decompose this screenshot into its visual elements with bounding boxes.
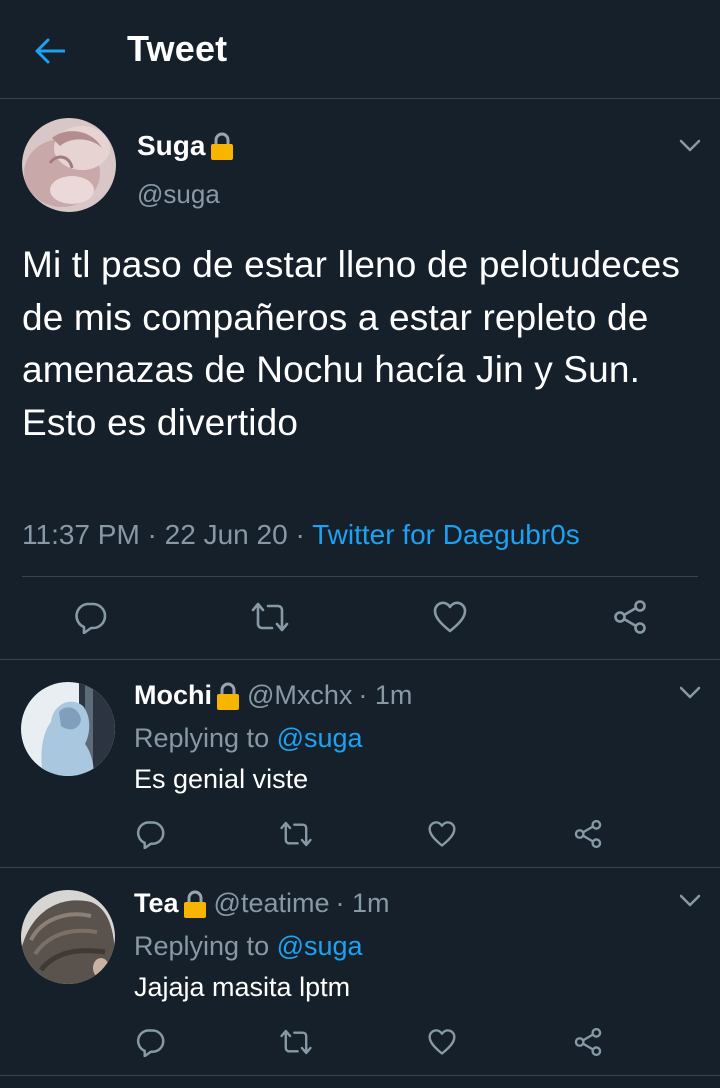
author-handle[interactable]: @suga [137,179,220,210]
more-options-button[interactable] [675,886,705,916]
back-button[interactable] [30,31,70,71]
like-button[interactable] [420,812,464,856]
retweet-button[interactable] [274,812,318,856]
tweet-date: 22 Jun 20 [164,519,288,550]
retweet-icon [280,821,312,847]
heart-icon [428,1029,456,1055]
tweet-source-link[interactable]: Twitter for Daegubr0s [312,519,580,550]
reply-button[interactable] [128,1020,172,1064]
lock-icon [183,890,206,918]
replying-to: Replying to @suga [134,931,363,961]
share-button[interactable] [566,1020,610,1064]
author-name[interactable]: Suga [137,130,235,162]
main-tweet: Suga @suga Mi tl paso de estar lleno de … [0,99,720,660]
share-icon [574,819,602,849]
tweet-text: Es genial viste [134,764,309,794]
tweet-age: · 1m [335,888,390,918]
author-name[interactable]: Tea [134,888,179,919]
replying-to: Replying to @suga [134,723,363,753]
arrow-left-icon [35,38,65,64]
share-button[interactable] [608,595,652,639]
avatar[interactable] [22,118,116,212]
avatar[interactable] [21,890,115,984]
chevron-down-icon [679,686,701,699]
avatar-image [21,890,115,984]
share-icon [614,600,646,634]
tweet-meta: 11:37 PM · 22 Jun 20 · Twitter for Daegu… [22,519,580,551]
page-title: Tweet [127,28,228,69]
author-handle[interactable]: @teatime [214,888,330,919]
reply-button[interactable] [128,812,172,856]
avatar[interactable] [21,682,115,776]
like-button[interactable] [428,595,472,639]
reply-tweet[interactable]: Mochi @Mxchx · 1m Replying to @suga Es g… [0,660,720,868]
like-button[interactable] [420,1020,464,1064]
avatar-image [22,118,116,212]
reply-header: Tea @teatime · 1m [134,888,389,919]
more-options-button[interactable] [675,678,705,708]
more-options-button[interactable] [675,131,705,161]
retweet-icon [280,1029,312,1055]
heart-icon [428,821,456,847]
reply-header: Mochi @Mxchx · 1m [134,680,412,711]
meta-separator: · [139,519,165,550]
reply-icon [75,602,107,634]
retweet-icon [251,602,289,632]
heart-icon [433,601,467,633]
reply-tweet[interactable]: Tea @teatime · 1m Replying to @suga Jaja… [0,868,720,1076]
reply-icon [136,1029,165,1057]
chevron-down-icon [679,139,701,152]
retweet-button[interactable] [274,1020,318,1064]
share-button[interactable] [566,812,610,856]
retweet-button[interactable] [248,595,292,639]
lock-icon [211,132,234,160]
tweet-text: Mi tl paso de estar lleno de pelotudeces… [22,244,681,443]
reply-icon [136,821,165,849]
tweet-text: Jajaja masita lptm [134,972,351,1002]
divider [22,576,698,577]
author-name[interactable]: Mochi [134,680,212,711]
mention-link[interactable]: @suga [277,723,363,753]
meta-separator: · [287,519,313,550]
tweet-age: · 1m [358,680,413,710]
author-handle[interactable]: @Mxchx [247,680,352,711]
tweet-time: 11:37 PM [22,519,140,550]
mention-link[interactable]: @suga [277,931,363,961]
lock-icon [217,682,239,710]
chevron-down-icon [679,894,701,907]
avatar-image [21,682,115,776]
reply-button[interactable] [68,595,112,639]
top-bar: Tweet [0,0,720,99]
share-icon [574,1027,602,1057]
